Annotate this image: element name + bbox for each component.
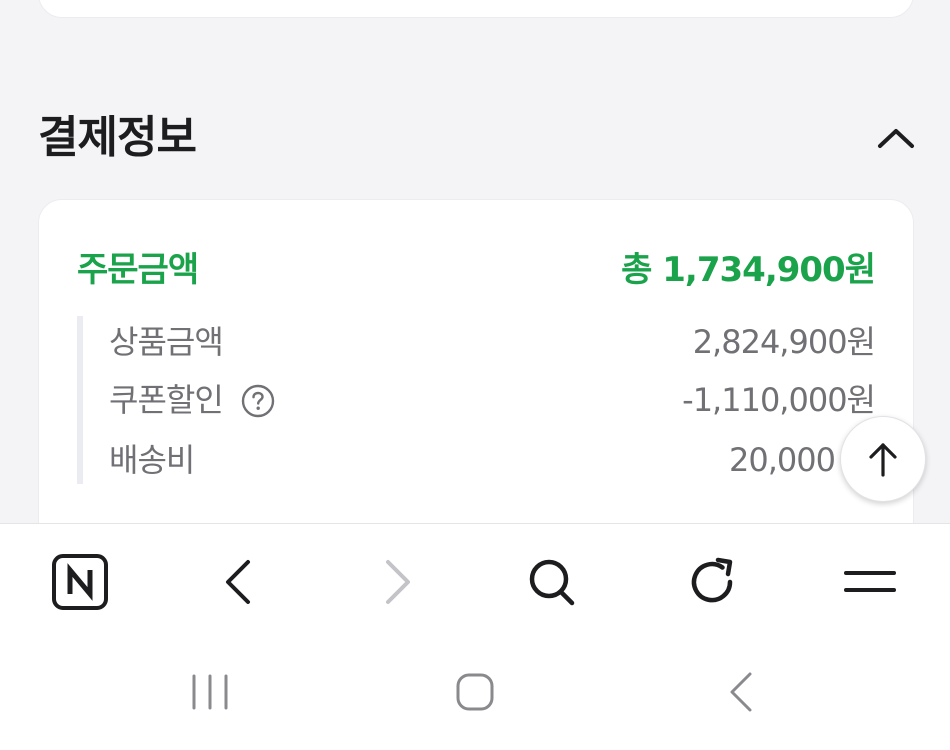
question-circle-icon[interactable] <box>241 384 275 418</box>
section-title: 결제정보 <box>38 112 197 163</box>
scroll-to-top-button[interactable] <box>840 416 926 502</box>
payment-detail-list: 상품금액 2,824,900원 쿠폰할인 -1,110,000원 배송비 20,… <box>77 316 876 486</box>
collapse-button[interactable] <box>876 118 916 158</box>
previous-section-card <box>38 0 914 18</box>
chevron-right-icon <box>386 560 410 604</box>
home-icon <box>456 673 494 711</box>
search-icon <box>529 559 575 606</box>
chevron-left-icon <box>226 560 250 604</box>
naver-home-button[interactable] <box>50 552 114 616</box>
reload-icon <box>691 557 733 603</box>
recent-apps-button[interactable] <box>180 664 240 724</box>
product-amount-label: 상품금액 <box>109 323 224 361</box>
shipping-fee-label: 배송비 <box>109 441 195 479</box>
coupon-discount-value: -1,110,000원 <box>682 381 876 419</box>
system-back-icon <box>730 672 752 712</box>
order-total-value: 총 1,734,900원 <box>621 250 876 290</box>
product-amount-row: 상품금액 2,824,900원 <box>109 316 876 368</box>
order-total-label: 주문금액 <box>77 250 199 290</box>
shipping-fee-row: 배송비 20,000 <box>109 434 875 486</box>
shipping-fee-value: 20,000 <box>729 441 836 479</box>
coupon-discount-row: 쿠폰할인 -1,110,000원 <box>109 374 876 426</box>
system-back-button[interactable] <box>712 664 772 724</box>
search-button[interactable] <box>522 552 586 616</box>
recent-apps-icon <box>192 674 228 710</box>
payment-section-header: 결제정보 <box>38 108 916 168</box>
naver-n-icon <box>52 554 108 610</box>
coupon-discount-label: 쿠폰할인 <box>109 381 224 419</box>
back-button[interactable] <box>210 552 274 616</box>
app-screen: 결제정보 주문금액 총 1,734,900원 상품금액 2,824,900원 쿠… <box>0 0 950 750</box>
reload-button[interactable] <box>682 552 746 616</box>
order-total-row: 주문금액 총 1,734,900원 <box>77 244 876 296</box>
menu-button[interactable] <box>840 552 904 616</box>
detail-indent-bar <box>77 316 83 484</box>
home-button[interactable] <box>445 664 505 724</box>
arrow-up-icon <box>869 443 897 477</box>
product-amount-value: 2,824,900원 <box>692 323 876 361</box>
forward-button[interactable] <box>366 552 430 616</box>
chevron-up-icon <box>878 129 914 148</box>
menu-icon <box>844 571 896 592</box>
browser-toolbar <box>0 523 950 750</box>
